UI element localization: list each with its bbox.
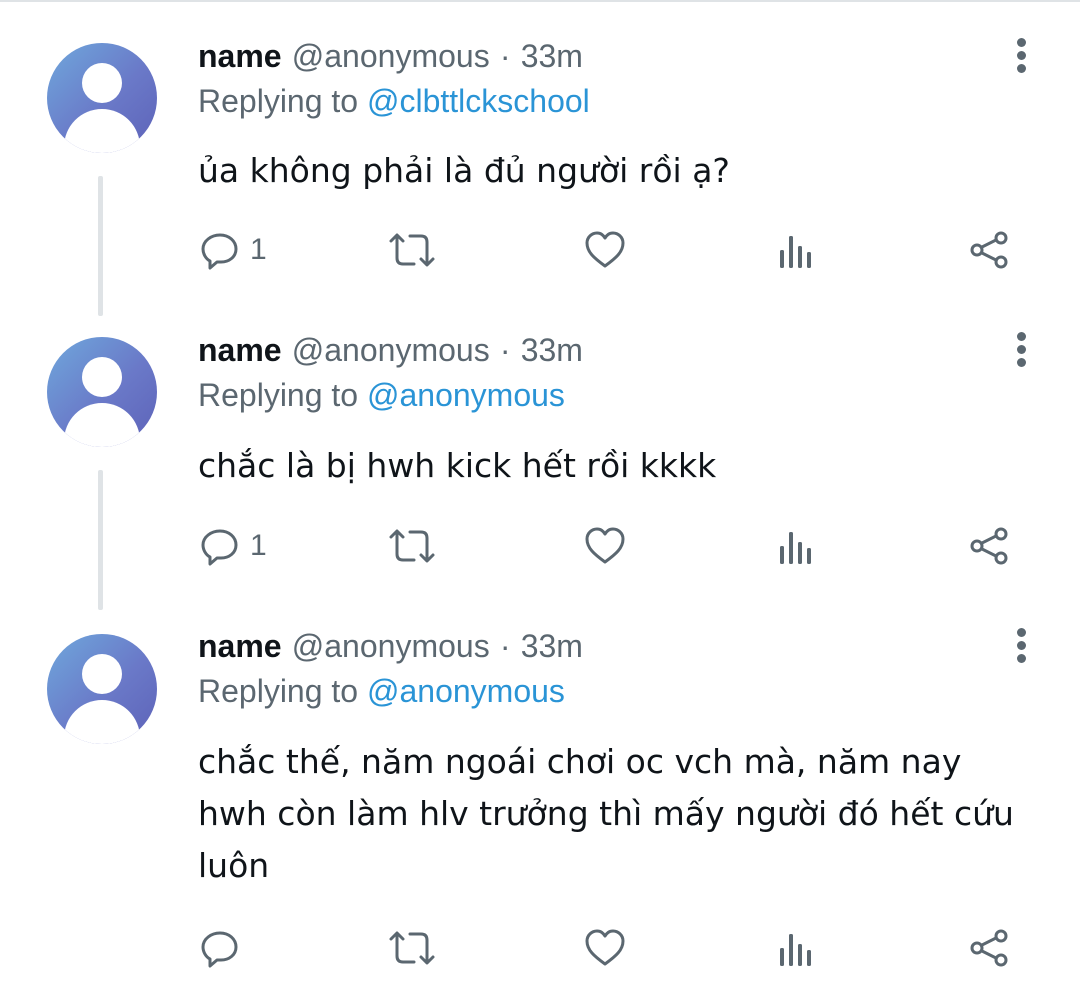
views-button[interactable] — [778, 928, 816, 968]
avatar-body-icon — [64, 700, 140, 744]
share-button[interactable] — [968, 928, 1010, 968]
replying-to-line: Replying to @anonymous — [198, 671, 565, 711]
like-icon — [585, 929, 625, 966]
tweet-header: name @anonymous · 33m — [198, 626, 583, 666]
replying-to-label: Replying to — [198, 673, 359, 709]
avatar-head-icon — [82, 654, 122, 694]
reply-button[interactable] — [200, 928, 250, 968]
tweet[interactable]: name @anonymous · 33m Replying to @anony… — [0, 0, 1080, 993]
reply-icon — [201, 931, 238, 968]
separator-dot: · — [499, 628, 511, 664]
avatar[interactable] — [47, 634, 157, 744]
like-button[interactable] — [584, 928, 626, 968]
share-icon — [970, 929, 1008, 967]
retweet-icon — [389, 931, 435, 965]
display-name[interactable]: name — [198, 628, 282, 664]
views-icon — [780, 934, 811, 966]
more-icon[interactable] — [1014, 628, 1028, 664]
timestamp[interactable]: 33m — [521, 628, 583, 664]
retweet-button[interactable] — [387, 928, 437, 968]
user-handle[interactable]: @anonymous — [292, 628, 490, 664]
replying-to-handle[interactable]: @anonymous — [367, 673, 565, 709]
tweet-text: chắc thế, năm ngoái chơi oc vch mà, năm … — [198, 742, 1014, 885]
